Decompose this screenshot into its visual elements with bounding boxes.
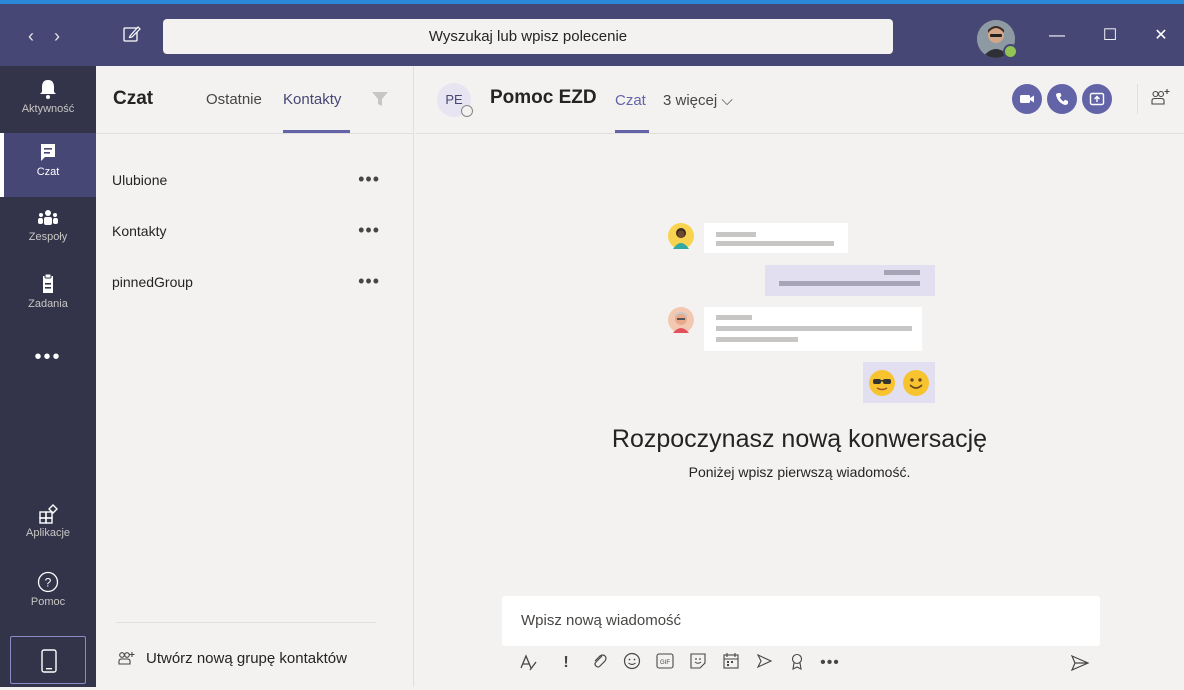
rail-item-tasks[interactable]: Zadania: [0, 263, 96, 327]
rail-item-apps[interactable]: Aplikacje: [0, 494, 96, 558]
contact-group-favorites[interactable]: Ulubione •••: [112, 169, 394, 196]
divider: [116, 622, 376, 623]
audio-call-button[interactable]: [1047, 84, 1077, 114]
rail-item-label: Zespoły: [28, 231, 68, 243]
svg-text:?: ?: [45, 576, 52, 590]
presence-unknown-icon: [461, 105, 473, 117]
avatar-illustration: [668, 223, 694, 249]
tab-chat[interactable]: Czat: [615, 92, 646, 109]
svg-text:GIF: GIF: [660, 660, 670, 666]
chat-title: Pomoc EZD: [490, 87, 597, 108]
compose-box: [502, 596, 1100, 646]
search-input[interactable]: Wyszukaj lub wpisz polecenie: [163, 19, 893, 54]
rail-item-label: Czat: [36, 166, 60, 178]
active-tab-indicator: [615, 130, 649, 133]
video-call-button[interactable]: [1012, 84, 1042, 114]
group-label: pinnedGroup: [112, 274, 193, 290]
send-button[interactable]: [1070, 654, 1090, 677]
sunglasses-emoji-icon: [869, 370, 895, 396]
message-input[interactable]: [519, 596, 1079, 644]
share-screen-button[interactable]: [1082, 84, 1112, 114]
gif-icon[interactable]: GIF: [654, 652, 676, 674]
empty-state-title: Rozpoczynasz nową konwersację: [611, 425, 988, 453]
avatar-illustration: [668, 307, 694, 333]
history-nav: ‹ ›: [18, 26, 70, 47]
bell-icon: [40, 80, 56, 99]
group-label: Kontakty: [112, 223, 167, 239]
chevron-right-icon[interactable]: ›: [44, 26, 70, 47]
tab-recent[interactable]: Ostatnie: [206, 91, 262, 108]
stream-icon[interactable]: [753, 652, 775, 674]
more-options-icon[interactable]: •••: [358, 271, 380, 292]
format-icon[interactable]: [517, 652, 539, 674]
send-icon: [1070, 654, 1090, 672]
more-tabs-dropdown[interactable]: 3 więcej ⌵: [663, 92, 733, 109]
add-people-icon: [118, 652, 135, 665]
message-bubble-illustration: [704, 307, 922, 351]
chat-list-header: Czat Ostatnie Kontakty: [96, 66, 414, 134]
more-options-icon[interactable]: •••: [819, 652, 841, 674]
clipboard-icon: [43, 273, 53, 293]
praise-icon[interactable]: [786, 652, 808, 674]
chat-icon: [41, 144, 55, 161]
smile-emoji-icon: [903, 370, 929, 396]
important-icon[interactable]: !: [555, 652, 577, 674]
rail-item-label: Zadania: [28, 298, 68, 310]
rail-item-label: Aktywność: [21, 103, 75, 115]
rail-item-label: Pomoc: [30, 596, 66, 608]
tab-contacts[interactable]: Kontakty: [283, 91, 341, 108]
app-rail: Aktywność Czat Zespoły Zadania ••• Aplik…: [0, 66, 96, 687]
rail-item-activity[interactable]: Aktywność: [0, 68, 96, 132]
sticker-icon[interactable]: [687, 652, 709, 674]
video-camera-icon: [1020, 95, 1034, 103]
presence-available-icon: [1003, 44, 1018, 59]
message-bubble-illustration: [704, 223, 848, 253]
minimize-button[interactable]: —: [1042, 24, 1072, 48]
phone-icon: [1056, 93, 1068, 105]
contact-group-pinned[interactable]: pinnedGroup •••: [112, 271, 394, 298]
empty-state-subtitle: Poniżej wpisz pierwszą wiadomość.: [688, 464, 911, 480]
title-bar: ‹ › Wyszukaj lub wpisz polecenie — ☐ ✕: [0, 0, 1184, 66]
rail-item-chat[interactable]: Czat: [0, 133, 96, 197]
new-group-label: Utwórz nową grupę kontaktów: [146, 650, 347, 667]
attach-icon[interactable]: [588, 652, 610, 674]
maximize-button[interactable]: ☐: [1095, 24, 1125, 48]
chat-header: PE Pomoc EZD Czat 3 więcej ⌵: [415, 66, 1184, 134]
page-title: Czat: [113, 88, 154, 109]
share-screen-icon: [1089, 92, 1105, 106]
more-options-icon[interactable]: •••: [358, 220, 380, 241]
filter-icon[interactable]: [371, 90, 389, 113]
chevron-left-icon[interactable]: ‹: [18, 26, 44, 47]
mobile-device-button[interactable]: [10, 636, 86, 684]
message-bubble-illustration: [765, 265, 935, 296]
schedule-meeting-icon[interactable]: [720, 652, 742, 674]
emoji-bubble-illustration: [863, 362, 935, 403]
apps-icon: [39, 504, 58, 524]
contact-group-contacts[interactable]: Kontakty •••: [112, 220, 394, 247]
new-chat-icon[interactable]: [122, 24, 146, 48]
add-people-icon: [1151, 89, 1170, 105]
divider: [1137, 84, 1138, 114]
more-options-icon[interactable]: •••: [358, 169, 380, 190]
chat-list-pane: Czat Ostatnie Kontakty Ulubione ••• Kont…: [96, 66, 414, 687]
active-tab-indicator: [283, 130, 350, 133]
rail-item-teams[interactable]: Zespoły: [0, 198, 96, 262]
more-apps-button[interactable]: •••: [0, 346, 96, 369]
phone-icon: [41, 649, 57, 673]
rail-item-label: Aplikacje: [25, 527, 71, 539]
add-people-button[interactable]: [1151, 88, 1171, 111]
group-label: Ulubione: [112, 172, 168, 188]
new-contact-group-button[interactable]: Utwórz nową grupę kontaktów: [118, 650, 347, 667]
rail-item-help[interactable]: ? Pomoc: [0, 561, 96, 625]
close-button[interactable]: ✕: [1146, 24, 1176, 48]
teams-icon: [38, 210, 58, 225]
help-icon: ?: [37, 571, 59, 593]
emoji-icon[interactable]: [621, 652, 643, 674]
